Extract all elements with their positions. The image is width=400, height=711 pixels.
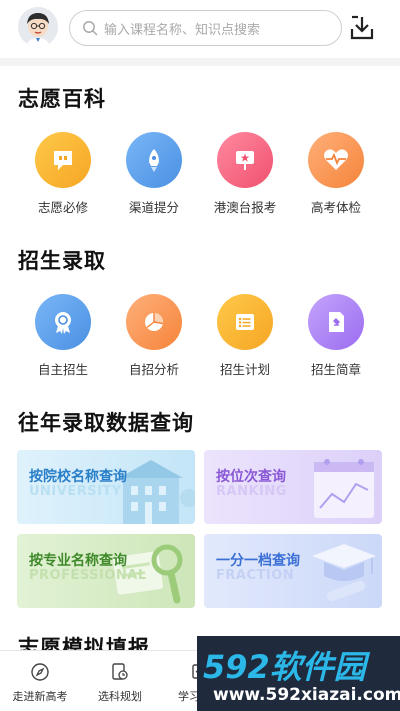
tab-label: 选科规划 [98, 690, 142, 703]
section-title-history: 往年录取数据查询 [18, 411, 194, 435]
document-icon [308, 294, 364, 350]
card-title: 按院校名称查询 [29, 469, 127, 485]
item-label: 志愿必修 [37, 200, 88, 215]
compass-icon [31, 663, 49, 681]
tab-label: 走进新高考 [12, 690, 68, 703]
zhaosheng-item-zizhu[interactable]: 自主招生 [17, 294, 109, 378]
item-label: 自招分析 [128, 362, 179, 377]
avatar-cartoon-icon [18, 7, 58, 47]
watermark: 592软件园 www.592xiazai.com [197, 636, 400, 711]
tab-xuanke[interactable]: 选科规划 [80, 651, 160, 711]
card-title: 按专业名称查询 [29, 553, 127, 569]
section-title-zhaosheng: 招生录取 [18, 249, 106, 273]
badge-icon [35, 294, 91, 350]
card-sub: FRACTION [216, 568, 295, 583]
zhiyuan-item-gangaotai[interactable]: 港澳台报考 [199, 132, 291, 216]
zhiyuan-icon-row: 志愿必修 渠道提分 港澳台报考 高考体检 [0, 132, 400, 228]
card-sub: UNIVERSITY [29, 484, 122, 499]
item-label: 招生计划 [219, 362, 270, 377]
item-label: 自主招生 [37, 362, 88, 377]
heartbeat-icon [308, 132, 364, 188]
rocket-icon [126, 132, 182, 188]
section-divider [0, 58, 400, 66]
card-sub: PROFESSIONAL [29, 568, 147, 583]
search-icon [83, 21, 98, 36]
card-ranking[interactable]: RANKING 按位次查询 [204, 450, 382, 524]
search-input[interactable]: 输入课程名称、知识点搜索 [69, 10, 342, 46]
zhaosheng-item-jihua[interactable]: 招生计划 [199, 294, 291, 378]
flag-star-icon [217, 132, 273, 188]
card-title: 一分一档查询 [216, 553, 300, 569]
zhaosheng-item-jianzhang[interactable]: 招生简章 [290, 294, 382, 378]
search-placeholder: 输入课程名称、知识点搜索 [104, 22, 261, 38]
item-label: 渠道提分 [128, 200, 179, 215]
item-label: 港澳台报考 [213, 200, 277, 215]
zhiyuan-item-tifen[interactable]: 渠道提分 [108, 132, 200, 216]
top-bar: 输入课程名称、知识点搜索 [0, 0, 400, 58]
download-icon[interactable] [349, 15, 375, 41]
list-icon [217, 294, 273, 350]
zhaosheng-item-fenxi[interactable]: 自招分析 [108, 294, 200, 378]
item-label: 高考体检 [310, 200, 361, 215]
card-title: 按位次查询 [216, 469, 286, 485]
tab-zoujin[interactable]: 走进新高考 [0, 651, 80, 711]
message-quote-icon [35, 132, 91, 188]
watermark-url: www.592xiazai.com [213, 685, 400, 705]
watermark-logo: 592软件园 [203, 648, 366, 686]
card-fraction[interactable]: FRACTION 一分一档查询 [204, 534, 382, 608]
calendar-chart-icon [314, 459, 374, 518]
pie-chart-icon [126, 294, 182, 350]
section-title-zhiyuan: 志愿百科 [18, 87, 106, 111]
card-university[interactable]: UNIVERSITY 按院校名称查询 [17, 450, 195, 524]
zhiyuan-item-bixiu[interactable]: 志愿必修 [17, 132, 109, 216]
card-professional[interactable]: PROFESSIONAL 按专业名称查询 [17, 534, 195, 608]
item-label: 招生简章 [310, 362, 361, 377]
card-sub: RANKING [216, 484, 287, 499]
zhiyuan-item-tijian[interactable]: 高考体检 [290, 132, 382, 216]
refresh-doc-icon [112, 663, 128, 680]
avatar[interactable] [18, 7, 58, 47]
zhaosheng-icon-row: 自主招生 自招分析 招生计划 招生简章 [0, 294, 400, 390]
